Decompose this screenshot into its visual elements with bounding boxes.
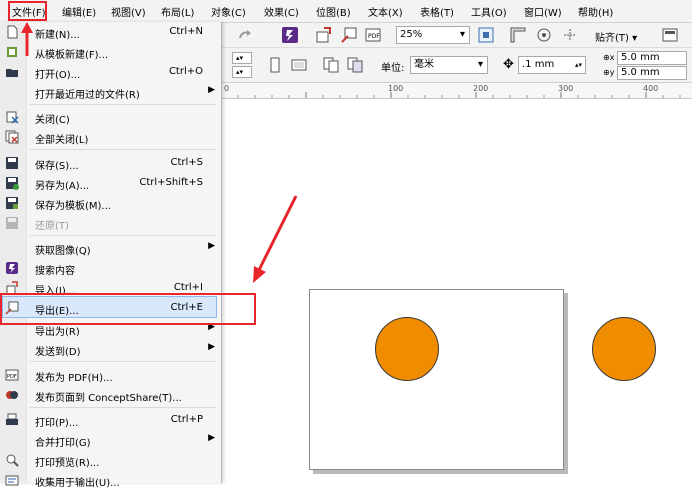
annotation-arrows [21, 22, 298, 283]
arrow-to-file-menu-icon [21, 22, 33, 56]
arrow-to-export-icon [253, 195, 298, 283]
